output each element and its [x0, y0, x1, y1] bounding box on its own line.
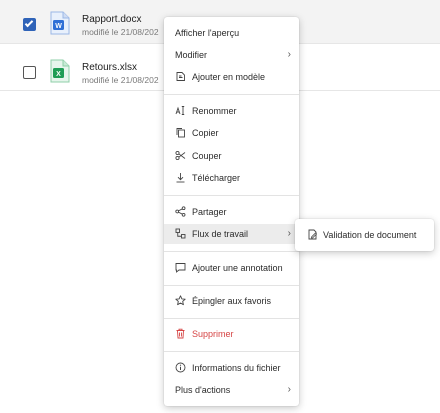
workflow-submenu: Validation de document — [295, 219, 434, 251]
excel-sheet-icon: X — [50, 59, 70, 83]
template-icon — [176, 72, 185, 81]
share-icon — [175, 206, 186, 217]
workflow-icon — [175, 228, 186, 239]
svg-text:W: W — [55, 23, 62, 30]
copy-icon — [176, 128, 185, 138]
chevron-right-icon: › — [287, 384, 291, 395]
menu-item-copy[interactable]: Copier — [164, 123, 299, 143]
menu-item-add-template[interactable]: Ajouter en modèle — [164, 67, 299, 87]
select-checkbox[interactable] — [23, 66, 36, 79]
menu-divider — [164, 195, 299, 196]
context-menu: Afficher l'aperçu Modifier › Ajouter en … — [164, 17, 299, 406]
select-checkbox[interactable] — [23, 18, 36, 31]
file-modified-date: modifié le 21/08/202 — [82, 75, 159, 85]
menu-item-preview[interactable]: Afficher l'aperçu — [164, 23, 299, 43]
word-doc-icon: W — [50, 11, 70, 35]
download-icon — [176, 173, 185, 183]
menu-divider — [164, 251, 299, 252]
menu-item-workflow[interactable]: Flux de travail › — [164, 224, 299, 244]
file-name[interactable]: Retours.xlsx — [82, 62, 137, 73]
document-edit-icon — [308, 229, 318, 240]
menu-item-file-info[interactable]: Informations du fichier — [164, 358, 299, 378]
menu-divider — [164, 94, 299, 95]
svg-text:X: X — [56, 71, 61, 78]
chevron-right-icon: › — [287, 49, 291, 60]
file-modified-date: modifié le 21/08/202 — [82, 27, 159, 37]
menu-divider — [164, 351, 299, 352]
scissors-icon — [175, 150, 186, 161]
star-icon — [175, 295, 186, 306]
menu-item-rename[interactable]: Renommer — [164, 101, 299, 121]
menu-item-delete[interactable]: Supprimer — [164, 324, 299, 344]
comment-icon — [175, 263, 186, 273]
menu-item-download[interactable]: Télécharger — [164, 168, 299, 188]
menu-divider — [164, 318, 299, 319]
menu-divider — [164, 285, 299, 286]
menu-item-add-annotation[interactable]: Ajouter une annotation — [164, 258, 299, 278]
trash-icon — [176, 328, 185, 339]
submenu-item-document-validation[interactable]: Validation de document — [295, 219, 434, 251]
file-name[interactable]: Rapport.docx — [82, 14, 141, 25]
rename-icon — [175, 106, 185, 115]
menu-item-share[interactable]: Partager — [164, 202, 299, 222]
menu-item-edit[interactable]: Modifier › — [164, 45, 299, 65]
menu-item-more-actions[interactable]: Plus d'actions › — [164, 380, 299, 400]
chevron-right-icon: › — [287, 228, 291, 239]
menu-item-pin-favorites[interactable]: Épingler aux favoris — [164, 291, 299, 311]
menu-item-cut[interactable]: Couper — [164, 146, 299, 166]
info-icon — [175, 362, 186, 373]
